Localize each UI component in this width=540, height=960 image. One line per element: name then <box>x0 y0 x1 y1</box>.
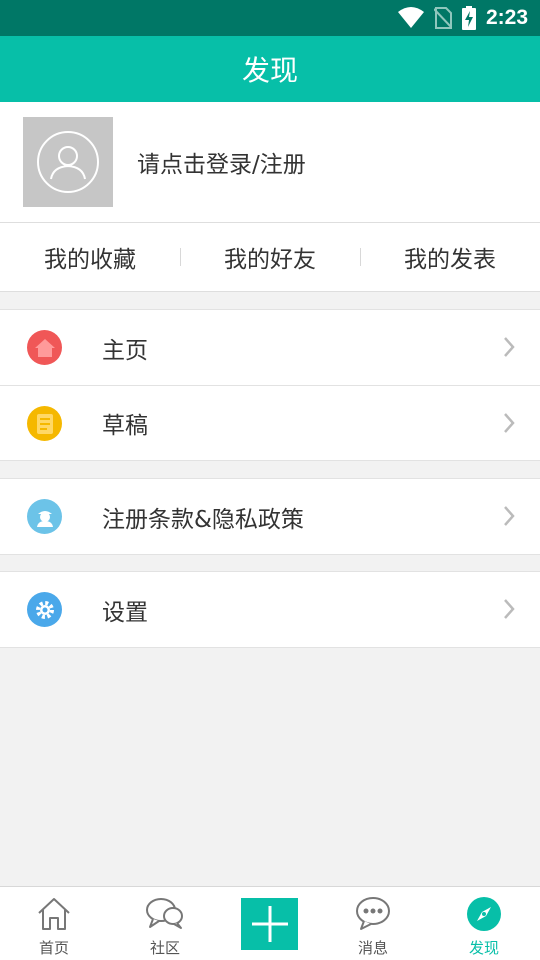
plus-icon <box>251 906 288 942</box>
document-icon <box>27 406 62 441</box>
menu-item-label: 注册条款&隐私政策 <box>102 506 304 533</box>
house-outline-icon <box>38 898 70 930</box>
menu-group-primary: 主页 草稿 <box>0 309 540 461</box>
nav-item-community[interactable]: 社区 <box>125 887 205 960</box>
compass-icon <box>467 897 501 931</box>
menu-group-legal: 注册条款&隐私政策 <box>0 478 540 555</box>
nav-item-messages[interactable]: 消息 <box>333 887 413 960</box>
wifi-icon <box>397 7 424 28</box>
nav-item-discover[interactable]: 发现 <box>444 887 524 960</box>
app-header: 发现 <box>0 36 540 102</box>
profile-login-row[interactable]: 请点击登录/注册 <box>0 102 540 222</box>
user-avatar-icon <box>37 131 99 193</box>
menu-item-drafts[interactable]: 草稿 <box>0 385 540 460</box>
tab-favorites[interactable]: 我的收藏 <box>0 223 180 291</box>
tab-posts[interactable]: 我的发表 <box>360 223 540 291</box>
gear-icon <box>27 592 62 627</box>
message-dots-icon <box>356 897 390 930</box>
battery-charging-icon <box>461 6 476 30</box>
chevron-right-icon <box>504 506 515 526</box>
menu-item-label: 设置 <box>102 599 148 626</box>
chevron-right-icon <box>504 413 515 433</box>
status-icons: 2:23 <box>397 0 528 36</box>
menu-group-settings: 设置 <box>0 571 540 648</box>
page-title: 发现 <box>241 54 298 87</box>
menu-item-settings[interactable]: 设置 <box>0 572 540 647</box>
tab-friends[interactable]: 我的好友 <box>180 223 360 291</box>
no-sim-icon <box>433 7 452 29</box>
chevron-right-icon <box>504 337 515 357</box>
profile-tabs: 我的收藏 我的好友 我的发表 <box>0 222 540 292</box>
menu-item-label: 草稿 <box>102 413 148 439</box>
avatar[interactable] <box>23 117 113 207</box>
nav-label: 社区 <box>149 939 180 957</box>
chevron-right-icon <box>504 599 515 619</box>
nav-label: 发现 <box>468 939 499 957</box>
login-register-link[interactable]: 请点击登录/注册 <box>137 102 306 222</box>
status-time: 2:23 <box>485 6 528 29</box>
bottom-nav: 首页 社区 消息 发现 <box>0 886 540 960</box>
add-post-button[interactable] <box>241 898 298 950</box>
agent-icon <box>27 499 62 534</box>
nav-label: 首页 <box>38 939 69 957</box>
nav-label: 消息 <box>357 939 388 957</box>
nav-item-home[interactable]: 首页 <box>14 887 94 960</box>
chat-bubbles-icon <box>146 898 183 929</box>
home-icon <box>27 330 62 365</box>
menu-item-home[interactable]: 主页 <box>0 310 540 385</box>
status-bar: 2:23 <box>0 0 540 36</box>
menu-item-terms-privacy[interactable]: 注册条款&隐私政策 <box>0 479 540 554</box>
menu-item-label: 主页 <box>102 337 148 364</box>
